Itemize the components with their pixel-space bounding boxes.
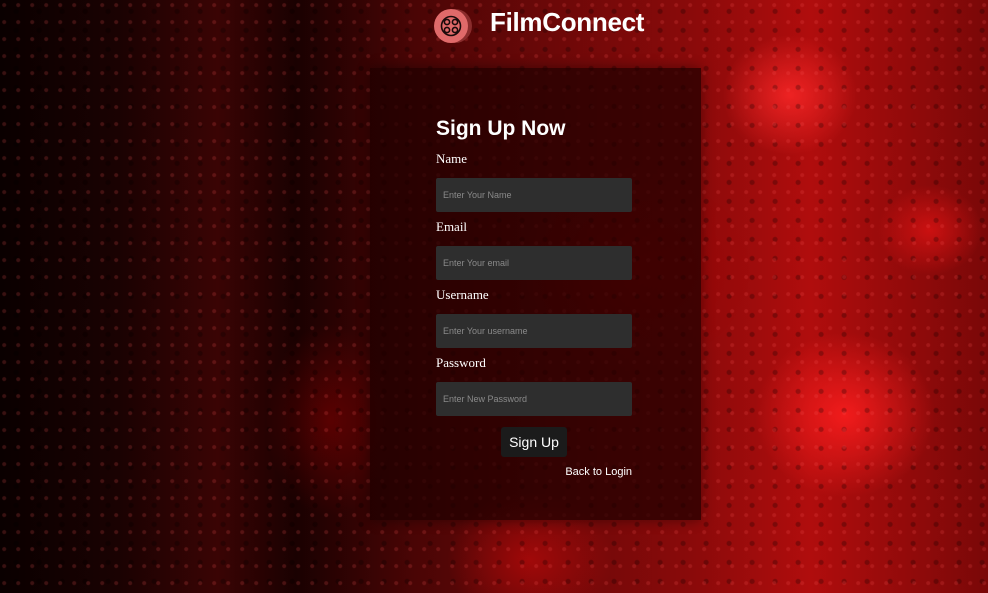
brand-header: FilmConnect [432,6,644,46]
password-input[interactable] [436,382,632,416]
sign-up-button[interactable]: Sign Up [501,427,567,457]
signup-card: Sign Up Now Name Email Username Password… [370,68,701,520]
email-input[interactable] [436,246,632,280]
submit-row: Sign Up [436,427,632,457]
password-label: Password [436,355,486,370]
signup-form: Sign Up Now Name Email Username Password… [436,116,632,479]
brand-name: FilmConnect [490,6,645,37]
email-label: Email [436,219,468,234]
film-reel-icon [432,6,472,46]
username-input[interactable] [436,314,632,348]
name-label: Name [436,151,468,166]
username-label: Username [436,287,489,302]
name-input[interactable] [436,178,632,212]
back-to-login-link[interactable]: Back to Login [436,466,632,479]
form-title: Sign Up Now [436,117,566,140]
